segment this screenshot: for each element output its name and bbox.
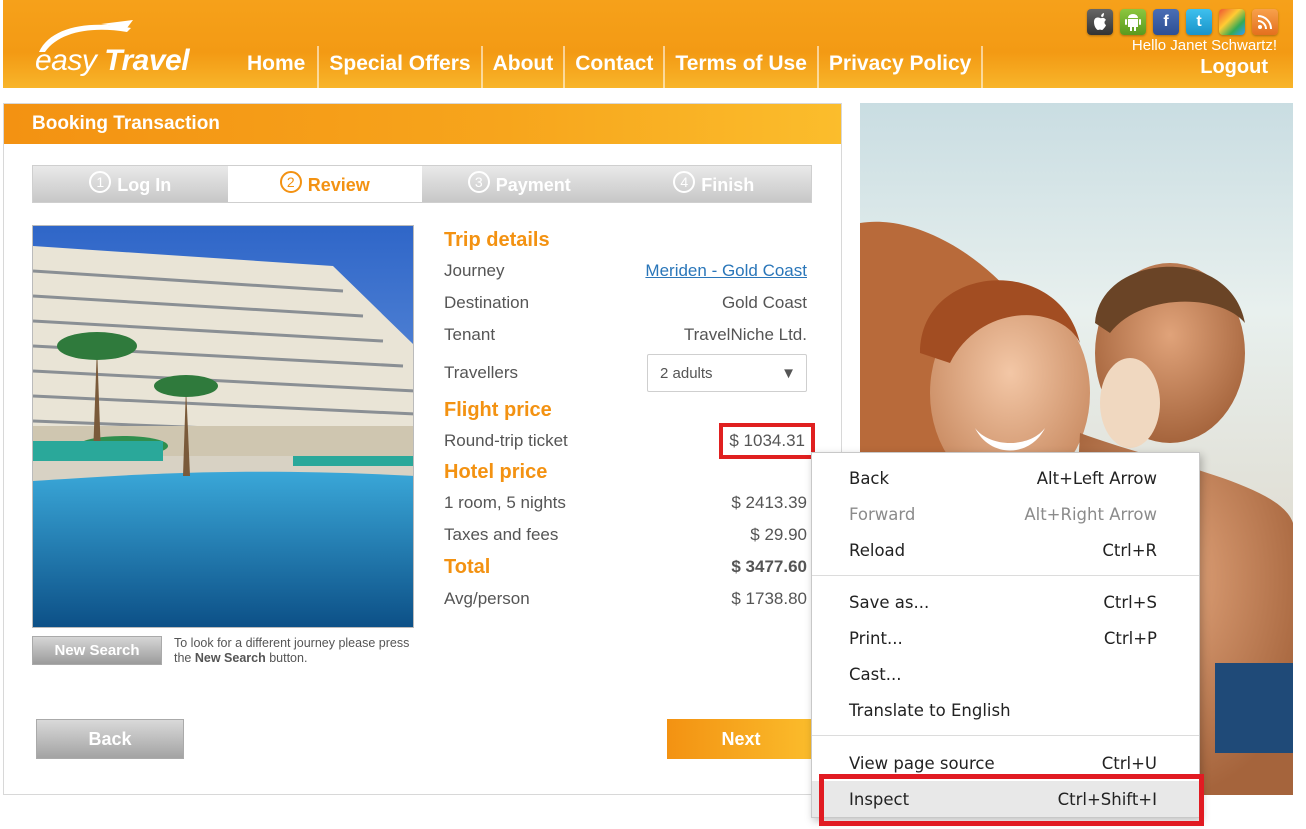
logo-word-travel: Travel bbox=[104, 44, 190, 77]
step-log-in: 1 Log In bbox=[33, 166, 228, 202]
hotel-photo bbox=[32, 225, 414, 628]
next-button[interactable]: Next bbox=[667, 719, 815, 759]
step-label: Payment bbox=[495, 174, 571, 195]
total-price: $ 3477.60 bbox=[731, 557, 807, 576]
menu-separator bbox=[812, 575, 1199, 576]
avg-row: Avg/person $ 1738.80 bbox=[444, 583, 807, 615]
step-label: Finish bbox=[701, 174, 755, 195]
room-label: 1 room, 5 nights bbox=[444, 493, 566, 512]
facebook-icon[interactable]: f bbox=[1153, 9, 1179, 35]
step-label: Log In bbox=[117, 174, 172, 195]
social-icons: f t bbox=[1087, 9, 1278, 35]
trip-details-title: Trip details bbox=[444, 229, 550, 251]
destination-row: Destination Gold Coast bbox=[444, 287, 807, 319]
step-number: 4 bbox=[673, 171, 696, 193]
menu-item-save-as[interactable]: Save as... Ctrl+S bbox=[812, 584, 1199, 620]
tenant-row: Tenant TravelNiche Ltd. bbox=[444, 319, 807, 351]
nav-special-offers[interactable]: Special Offers bbox=[319, 46, 483, 88]
step-number: 2 bbox=[279, 171, 302, 193]
avg-price: $ 1738.80 bbox=[731, 589, 807, 608]
nav-contact[interactable]: Contact bbox=[565, 46, 666, 88]
ticket-row: Round-trip ticket $ 1034.31 bbox=[444, 423, 815, 459]
trip-details: Trip details Journey Meriden - Gold Coas… bbox=[444, 225, 815, 615]
ticket-price: $ 1034.31 bbox=[719, 423, 815, 459]
booking-steps: 1 Log In 2 Review 3 Payment 4 Finish bbox=[32, 165, 812, 203]
total-row: Total $ 3477.60 bbox=[444, 551, 807, 583]
booking-panel: Booking Transaction 1 Log In 2 Review 3 … bbox=[3, 103, 842, 795]
booking-title: Booking Transaction bbox=[4, 104, 841, 144]
android-icon[interactable] bbox=[1120, 9, 1146, 35]
menu-item-shortcut: Ctrl+U bbox=[1101, 753, 1157, 773]
menu-item-shortcut: Ctrl+R bbox=[1102, 540, 1157, 560]
twitter-icon[interactable]: t bbox=[1186, 9, 1212, 35]
avg-label: Avg/person bbox=[444, 589, 530, 608]
menu-item-cast[interactable]: Cast... bbox=[812, 656, 1199, 692]
rss-icon[interactable] bbox=[1252, 9, 1278, 35]
menu-item-shortcut: Ctrl+P bbox=[1103, 628, 1157, 648]
nav-home[interactable]: Home bbox=[233, 46, 320, 88]
step-review: 2 Review bbox=[227, 166, 422, 202]
step-number: 3 bbox=[467, 171, 490, 193]
dropdown-arrow-icon: ▼ bbox=[781, 364, 796, 382]
menu-item-label: Translate to English bbox=[849, 700, 1011, 720]
ticket-label: Round-trip ticket bbox=[444, 431, 568, 450]
menu-item-shortcut: Alt+Left Arrow bbox=[1036, 468, 1157, 488]
menu-item-forward[interactable]: Forward Alt+Right Arrow bbox=[812, 496, 1199, 532]
user-greeting: Hello Janet Schwartz! bbox=[1131, 37, 1277, 54]
logo-word-easy: easy bbox=[35, 44, 97, 77]
context-menu: Back Alt+Left Arrow Forward Alt+Right Ar… bbox=[811, 452, 1200, 818]
step-payment: 3 Payment bbox=[422, 166, 617, 202]
new-search-hint: To look for a different journey please p… bbox=[174, 636, 410, 665]
new-search-button[interactable]: New Search bbox=[32, 636, 162, 665]
menu-item-label: Print... bbox=[849, 628, 903, 648]
menu-item-translate[interactable]: Translate to English bbox=[812, 692, 1199, 728]
step-number: 1 bbox=[89, 171, 112, 193]
taxes-price: $ 29.90 bbox=[750, 525, 807, 544]
travellers-value: 2 adults bbox=[660, 364, 713, 382]
apple-icon[interactable] bbox=[1087, 9, 1113, 35]
travellers-select[interactable]: 2 adults ▼ bbox=[647, 354, 807, 392]
nav-privacy-policy[interactable]: Privacy Policy bbox=[819, 46, 984, 88]
inspect-highlight-box bbox=[819, 774, 1204, 826]
menu-item-label: Forward bbox=[849, 504, 916, 524]
room-price: $ 2413.39 bbox=[731, 493, 807, 512]
journey-row: Journey Meriden - Gold Coast bbox=[444, 255, 807, 287]
menu-item-label: Back bbox=[849, 468, 890, 488]
tenant-value: TravelNiche Ltd. bbox=[683, 325, 807, 344]
menu-item-print[interactable]: Print... Ctrl+P bbox=[812, 620, 1199, 656]
travellers-label: Travellers bbox=[444, 363, 518, 382]
menu-item-label: View page source bbox=[849, 753, 995, 773]
back-button[interactable]: Back bbox=[36, 719, 184, 759]
site-header: easy Travel Home Special Offers About Co… bbox=[3, 0, 1293, 88]
tenant-label: Tenant bbox=[444, 325, 496, 344]
logout-link[interactable]: Logout bbox=[1200, 56, 1268, 79]
menu-item-back[interactable]: Back Alt+Left Arrow bbox=[812, 460, 1199, 496]
room-row: 1 room, 5 nights $ 2413.39 bbox=[444, 487, 807, 519]
flight-price-title: Flight price bbox=[444, 399, 552, 421]
step-label: Review bbox=[307, 174, 370, 195]
taxes-row: Taxes and fees $ 29.90 bbox=[444, 519, 807, 551]
step-finish: 4 Finish bbox=[616, 166, 811, 202]
destination-label: Destination bbox=[444, 293, 530, 312]
journey-label: Journey bbox=[444, 261, 505, 280]
easy-travel-logo[interactable]: easy Travel bbox=[31, 18, 201, 82]
menu-item-shortcut: Alt+Right Arrow bbox=[1024, 504, 1157, 524]
total-title: Total bbox=[444, 555, 491, 578]
menu-separator bbox=[812, 735, 1199, 736]
main-nav: Home Special Offers About Contact Terms … bbox=[233, 46, 984, 88]
menu-item-reload[interactable]: Reload Ctrl+R bbox=[812, 532, 1199, 568]
destination-value: Gold Coast bbox=[721, 293, 807, 312]
menu-item-label: Save as... bbox=[849, 592, 930, 612]
nav-terms-of-use[interactable]: Terms of Use bbox=[665, 46, 819, 88]
travellers-row: Travellers 2 adults ▼ bbox=[444, 351, 807, 395]
menu-item-label: Reload bbox=[849, 540, 906, 560]
taxes-label: Taxes and fees bbox=[444, 525, 559, 544]
menu-item-label: Cast... bbox=[849, 664, 902, 684]
hotel-price-title: Hotel price bbox=[444, 461, 548, 483]
journey-link[interactable]: Meriden - Gold Coast bbox=[645, 261, 807, 281]
nav-about[interactable]: About bbox=[483, 46, 566, 88]
multicolor-icon[interactable] bbox=[1219, 9, 1245, 35]
menu-item-shortcut: Ctrl+S bbox=[1103, 592, 1157, 612]
